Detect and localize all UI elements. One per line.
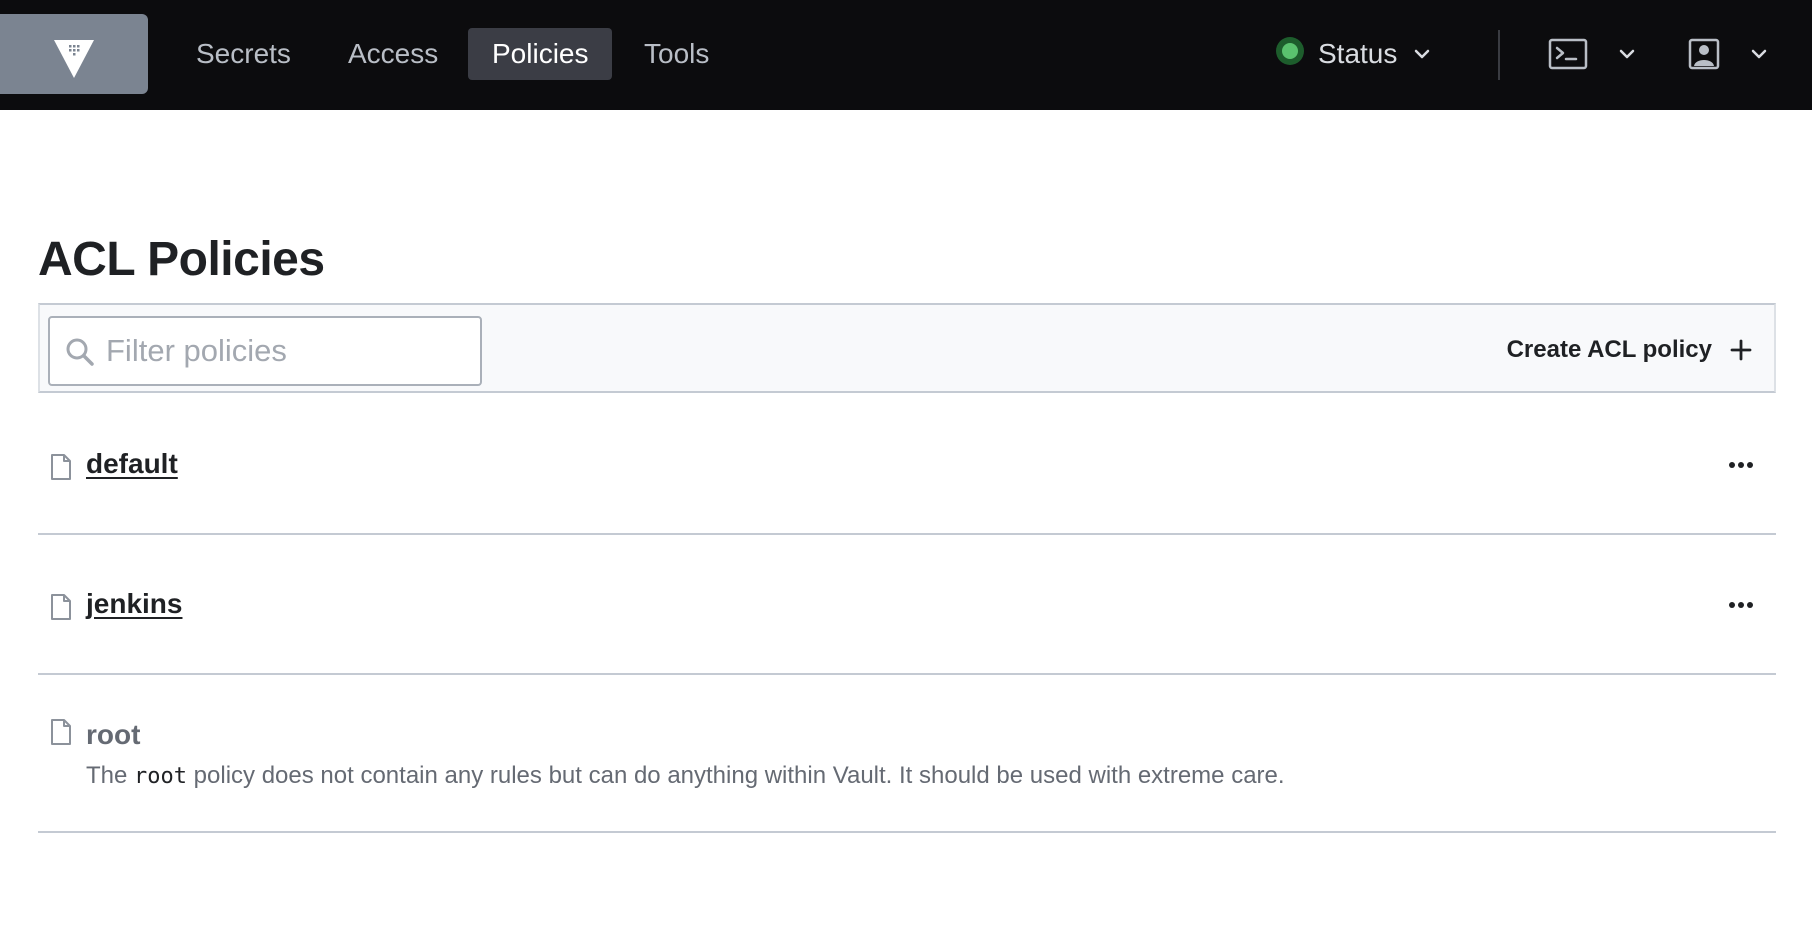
create-acl-policy-button[interactable]: Create ACL policy — [1507, 327, 1752, 373]
console-dropdown[interactable] — [1548, 28, 1636, 80]
nav-divider — [1498, 30, 1500, 80]
vault-logo-button[interactable] — [0, 14, 148, 94]
plus-icon — [1730, 339, 1752, 361]
create-acl-policy-label: Create ACL policy — [1506, 336, 1712, 363]
filter-policies-input[interactable] — [106, 318, 476, 384]
page-title: ACL Policies — [38, 233, 325, 286]
user-square-icon — [1688, 38, 1720, 70]
nav-link-access[interactable]: Access — [324, 28, 462, 80]
nav-link-secrets[interactable]: Secrets — [172, 28, 315, 80]
terminal-icon — [1548, 38, 1588, 70]
nav-link-tools[interactable]: Tools — [620, 28, 733, 80]
vault-logo-icon — [54, 40, 94, 78]
filter-search-box — [48, 316, 482, 386]
policy-link-jenkins[interactable]: jenkins — [86, 588, 182, 620]
status-dropdown[interactable]: Status — [1276, 28, 1431, 80]
file-icon — [51, 454, 71, 480]
chevron-down-icon — [1751, 49, 1767, 59]
chevron-down-icon — [1415, 49, 1430, 59]
policies-toolbar: Create ACL policy — [38, 303, 1776, 393]
top-navigation: Secrets Access Policies Tools Status — [0, 0, 1812, 110]
chevron-down-icon — [1619, 49, 1635, 59]
file-icon — [51, 594, 71, 620]
root-policy-description: The root policy does not contain any rul… — [86, 762, 1285, 790]
root-desc-before: The — [86, 762, 135, 789]
policy-row-root: root The root policy does not contain an… — [38, 675, 1776, 833]
policy-name-root: root — [86, 719, 141, 750]
status-indicator-icon — [1276, 37, 1304, 65]
user-menu-dropdown[interactable] — [1688, 28, 1768, 80]
root-desc-code: root — [134, 764, 188, 789]
root-desc-after: policy does not contain any rules but ca… — [187, 762, 1285, 789]
policy-link-default[interactable]: default — [86, 448, 178, 480]
policy-row[interactable]: default — [38, 395, 1776, 535]
status-label: Status — [1318, 38, 1398, 69]
nav-link-policies[interactable]: Policies — [468, 28, 613, 80]
more-options-icon[interactable] — [1724, 591, 1758, 619]
file-icon — [51, 719, 71, 745]
more-options-icon[interactable] — [1724, 451, 1758, 479]
policy-row[interactable]: jenkins — [38, 535, 1776, 675]
search-icon — [66, 338, 94, 366]
